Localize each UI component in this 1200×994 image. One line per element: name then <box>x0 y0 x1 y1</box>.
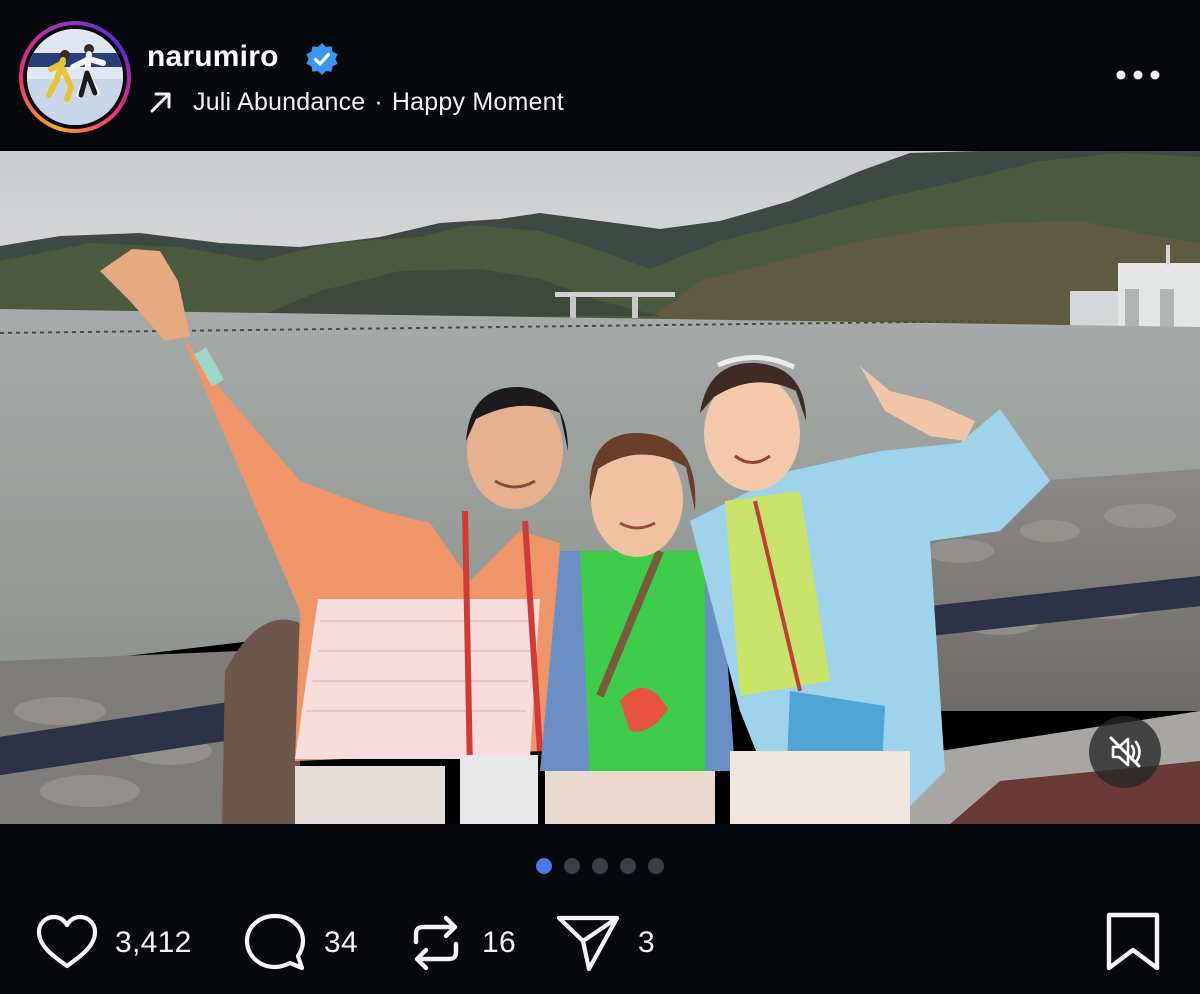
carousel-indicator <box>0 858 1200 874</box>
repost-count: 16 <box>482 926 516 959</box>
username[interactable]: narumiro <box>147 40 279 74</box>
post-media[interactable] <box>0 151 1200 824</box>
post-photo <box>0 151 1200 824</box>
repost-icon <box>413 915 459 971</box>
mute-toggle[interactable] <box>1089 716 1161 788</box>
verified-badge-icon <box>306 43 338 75</box>
comment-count: 34 <box>324 926 358 959</box>
post-header: narumiro Juli Abundance · Happy Moment <box>0 0 1200 150</box>
audio-attribution[interactable]: Juli Abundance · Happy Moment <box>147 86 564 118</box>
audio-artist: Juli Abundance <box>193 87 366 116</box>
speaker-muted-icon <box>1109 736 1141 768</box>
like-count: 3,412 <box>115 926 192 959</box>
comment-bubble-icon <box>244 913 306 971</box>
carousel-dot[interactable] <box>564 858 580 874</box>
audio-title: Happy Moment <box>391 87 564 116</box>
carousel-dot-active[interactable] <box>536 858 552 874</box>
carousel-dot[interactable] <box>648 858 664 874</box>
post-footer: 3,412 34 16 3 <box>0 824 1200 994</box>
share-count: 3 <box>638 926 655 959</box>
carousel-dot[interactable] <box>592 858 608 874</box>
comment-button[interactable]: 34 <box>244 912 358 974</box>
bookmark-icon[interactable] <box>1103 912 1163 972</box>
more-options-icon[interactable] <box>1112 60 1164 90</box>
arrow-up-right-icon <box>150 92 171 113</box>
share-button[interactable]: 3 <box>556 912 655 974</box>
like-button[interactable]: 3,412 <box>35 912 192 974</box>
send-icon <box>556 915 620 972</box>
carousel-dot[interactable] <box>620 858 636 874</box>
audio-separator: · <box>374 87 383 116</box>
avatar[interactable] <box>27 29 123 125</box>
story-ring[interactable] <box>19 21 131 133</box>
repost-button[interactable]: 16 <box>408 912 516 974</box>
heart-icon <box>36 914 98 969</box>
avatar-image <box>27 29 123 125</box>
